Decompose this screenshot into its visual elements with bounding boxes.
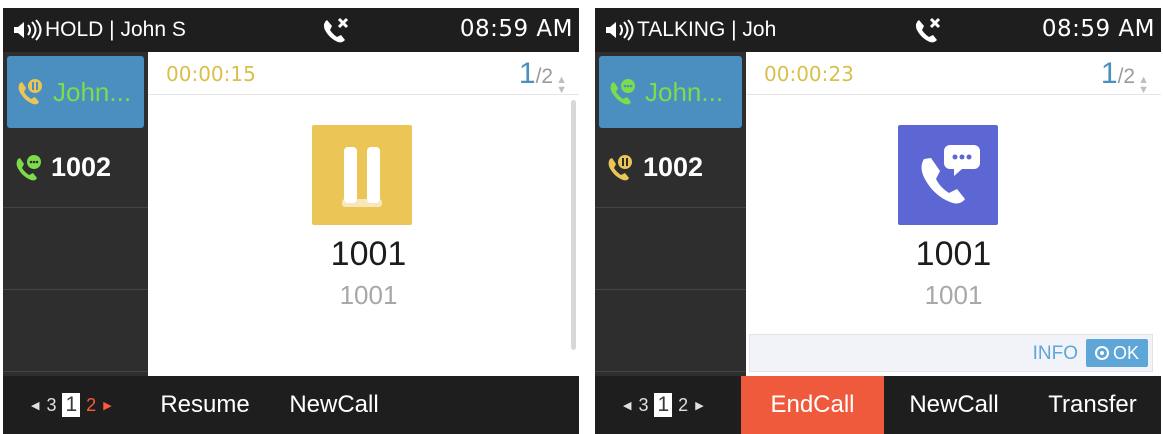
- status-bar: TALKING | Joh 08:59 AM: [595, 8, 1161, 52]
- page-number: 3: [638, 394, 649, 415]
- speaker-icon: [14, 19, 42, 41]
- scrollbar[interactable]: [571, 100, 576, 350]
- updown-arrows-icon: ▲ ▼: [1138, 74, 1149, 96]
- ok-button[interactable]: OK: [1086, 339, 1148, 367]
- call-forward-cancel-icon: [323, 17, 349, 43]
- status-bar: HOLD | John S 08:59 AM: [3, 8, 579, 52]
- callee-name: 1001: [915, 235, 992, 273]
- line-key-empty[interactable]: [3, 208, 148, 290]
- page-number-current: 1: [62, 393, 81, 417]
- line-key-1002[interactable]: 1002: [3, 128, 148, 208]
- pager-total: /2: [1117, 65, 1136, 88]
- call-panel: 00:00:23 1 /2 ▲ ▼ 1001 1001 INFO OK: [746, 52, 1161, 376]
- call-timer: 00:00:23: [764, 62, 854, 86]
- phone-chat-icon: [921, 145, 980, 204]
- phone-hold-icon: [18, 79, 42, 105]
- speaker-icon: [606, 19, 634, 41]
- phone-talking-icon: [610, 79, 635, 105]
- line-key-1002[interactable]: 1002: [595, 128, 746, 208]
- newcall-button[interactable]: NewCall: [884, 376, 1024, 434]
- status-left: HOLD | John S: [3, 18, 236, 42]
- call-panel: 00:00:15 1 /2 ▲ ▼ 1001 1001: [148, 52, 579, 376]
- call-header: 00:00:23 1 /2 ▲ ▼: [746, 52, 1161, 96]
- line-key-john[interactable]: John...: [599, 56, 742, 128]
- page-number: 2: [678, 394, 689, 415]
- account-pages[interactable]: ◀ 3 1 2 ▶: [3, 393, 139, 417]
- resume-button[interactable]: Resume: [139, 376, 271, 434]
- hold-avatar: [312, 125, 412, 225]
- line-key-john[interactable]: John...: [7, 56, 144, 128]
- pager-current: 1: [1100, 57, 1118, 90]
- line-sidebar: John... 1002: [595, 52, 746, 376]
- line-key-empty[interactable]: [3, 290, 148, 372]
- callee-number: 1001: [339, 280, 398, 310]
- call-timer: 00:00:15: [166, 62, 256, 86]
- ok-ring-icon: [1094, 346, 1109, 360]
- status-time: 08:59 AM: [459, 16, 573, 42]
- callee-name: 1001: [330, 235, 407, 273]
- page-right-icon: ▶: [695, 399, 704, 412]
- page-left-icon: ◀: [623, 399, 632, 412]
- ok-label: OK: [1112, 342, 1139, 363]
- line-sidebar: John... 1002: [3, 52, 148, 376]
- line-key-empty[interactable]: [595, 290, 746, 372]
- pager-current: 1: [518, 57, 536, 90]
- talking-avatar: [898, 125, 998, 225]
- status-text: HOLD | John S: [45, 18, 186, 41]
- line-label: John...: [53, 76, 132, 107]
- line-label: 1002: [643, 152, 704, 182]
- newcall-button[interactable]: NewCall: [271, 376, 397, 434]
- status-time: 08:59 AM: [1041, 16, 1155, 42]
- status-text: TALKING | Joh: [637, 18, 777, 41]
- account-pages[interactable]: ◀ 3 1 2 ▶: [595, 393, 741, 417]
- phone-screen-hold: HOLD | John S 08:59 AM John... 1002 00:0…: [3, 8, 579, 434]
- softkey-bar: ◀ 3 1 2 ▶ EndCall NewCall Transfer: [595, 376, 1161, 434]
- page-number-current: 1: [654, 393, 673, 417]
- line-label: 1002: [51, 152, 112, 182]
- line-key-empty[interactable]: [595, 208, 746, 290]
- page-number-alert: 2: [86, 394, 97, 415]
- phone-hold-icon: [608, 154, 632, 180]
- call-forward-cancel-icon: [915, 17, 941, 43]
- call-pager[interactable]: 1 /2 ▲ ▼: [1100, 57, 1149, 96]
- softkey-bar: ◀ 3 1 2 ▶ Resume NewCall: [3, 376, 579, 434]
- info-label: INFO: [1032, 343, 1078, 364]
- callee-number: 1001: [924, 280, 983, 310]
- phone-screen-talking: TALKING | Joh 08:59 AM John... 1002 00:0…: [595, 8, 1161, 434]
- status-left: TALKING | Joh: [595, 18, 825, 42]
- page-number: 3: [46, 394, 57, 415]
- info-bar: INFO OK: [749, 334, 1153, 372]
- line-label: John...: [645, 76, 724, 107]
- call-header: 00:00:15 1 /2 ▲ ▼: [148, 52, 579, 96]
- updown-arrows-icon: ▲ ▼: [556, 74, 567, 96]
- transfer-button[interactable]: Transfer: [1024, 376, 1161, 434]
- phone-talking-icon: [16, 154, 41, 180]
- endcall-button[interactable]: EndCall: [741, 376, 884, 434]
- page-left-icon: ◀: [31, 399, 40, 412]
- pager-total: /2: [535, 65, 554, 88]
- pause-icon: [342, 147, 382, 207]
- page-right-icon: ▶: [103, 399, 112, 412]
- call-pager[interactable]: 1 /2 ▲ ▼: [518, 57, 567, 96]
